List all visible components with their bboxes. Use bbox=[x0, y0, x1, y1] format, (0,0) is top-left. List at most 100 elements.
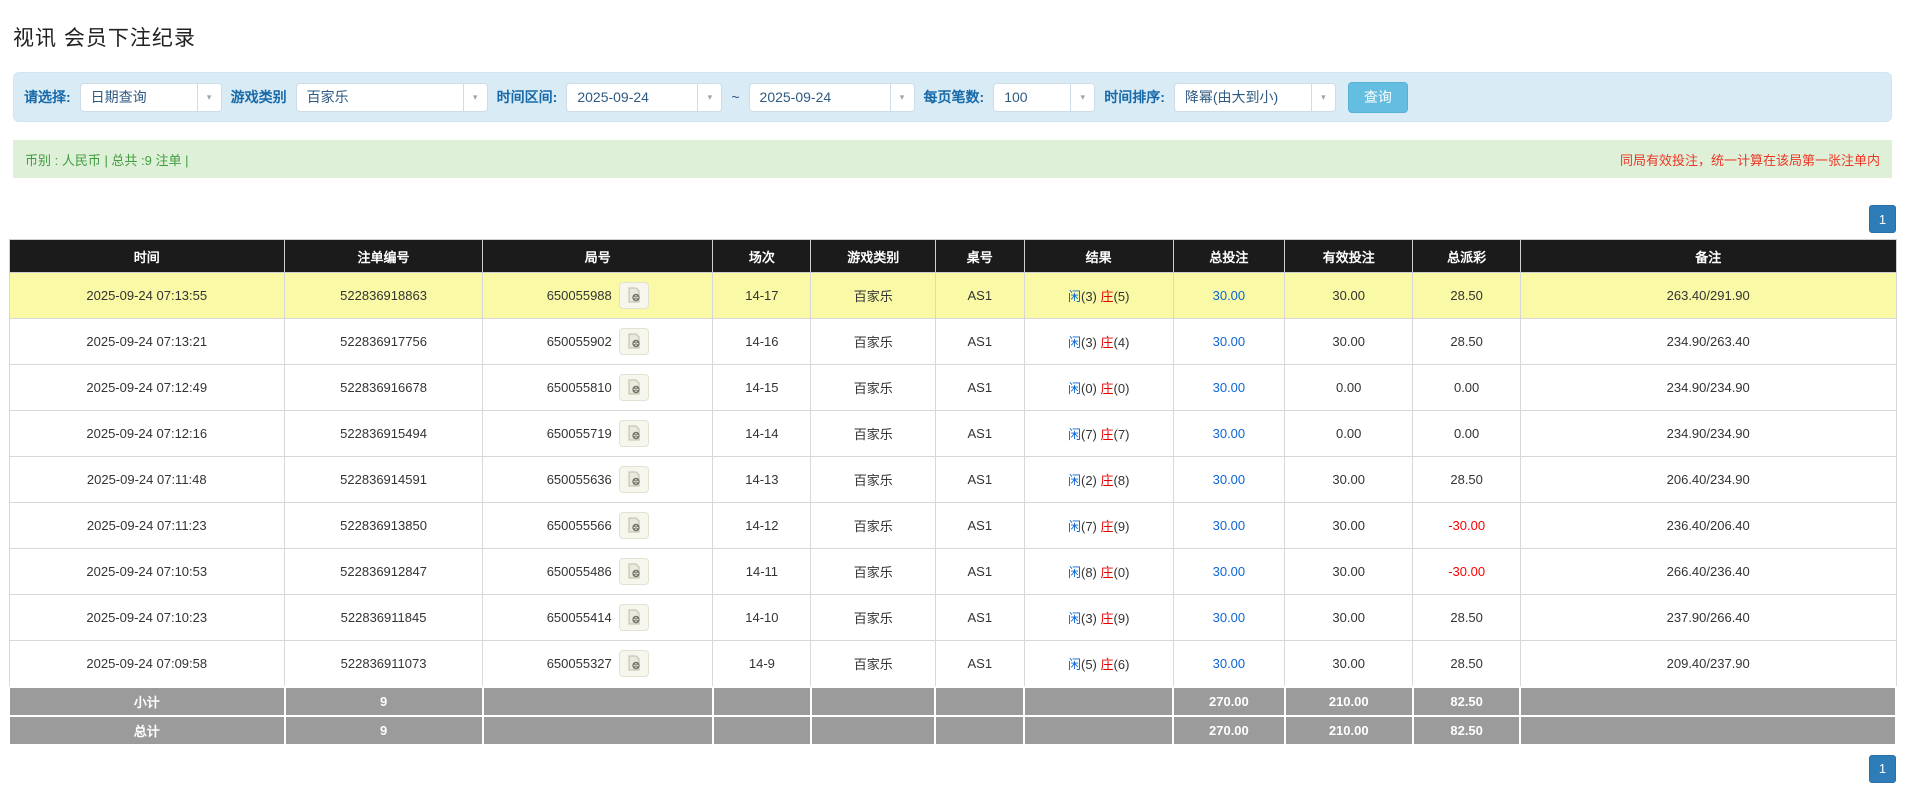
subtotal-total-bet: 270.00 bbox=[1172, 685, 1286, 717]
banker-score: (8) bbox=[1113, 473, 1130, 488]
bet-id-cell: 522836916678 bbox=[283, 364, 484, 411]
payout-cell: -30.00 bbox=[1412, 548, 1521, 595]
chevron-down-icon[interactable]: ▾ bbox=[1310, 83, 1335, 111]
total-bet-link[interactable]: 30.00 bbox=[1213, 564, 1246, 579]
player-score: (2) bbox=[1080, 473, 1097, 488]
video-replay-button[interactable] bbox=[618, 420, 649, 447]
video-replay-button[interactable] bbox=[618, 512, 649, 539]
result-cell: 闲(0) 庄(0) bbox=[1023, 364, 1174, 411]
time-cell: 2025-09-24 07:13:21 bbox=[8, 318, 285, 365]
game-type-select[interactable]: 百家乐 ▾ bbox=[295, 82, 488, 112]
video-replay-button[interactable] bbox=[618, 374, 649, 401]
video-replay-button[interactable] bbox=[618, 466, 649, 493]
remark-cell: 236.40/206.40 bbox=[1519, 502, 1897, 549]
total-bet-cell: 30.00 bbox=[1172, 594, 1286, 641]
banker-score: (6) bbox=[1113, 656, 1130, 672]
player-result: 闲 bbox=[1067, 381, 1081, 396]
session-cell: 14-12 bbox=[712, 502, 812, 549]
total-bet-cell: 30.00 bbox=[1172, 640, 1286, 687]
player-result: 闲 bbox=[1067, 656, 1081, 672]
time-cell: 2025-09-24 07:09:58 bbox=[8, 640, 285, 687]
payout-cell: 28.50 bbox=[1412, 640, 1521, 687]
total-total-bet: 270.00 bbox=[1172, 714, 1286, 746]
total-bet-link[interactable]: 30.00 bbox=[1213, 472, 1246, 487]
total-bet-cell: 30.00 bbox=[1172, 318, 1286, 365]
total-bet-link[interactable]: 30.00 bbox=[1213, 656, 1246, 671]
valid-bet-cell: 30.00 bbox=[1284, 640, 1414, 687]
result-cell: 闲(3) 庄(9) bbox=[1023, 594, 1174, 641]
chevron-down-icon[interactable]: ▾ bbox=[889, 83, 914, 111]
round-cell: 650055988 bbox=[482, 272, 714, 319]
bet-id-cell: 522836912847 bbox=[283, 548, 484, 595]
table-row: 2025-09-24 07:11:23 522836913850 650055566… bbox=[8, 502, 1897, 549]
banker-result: 庄 bbox=[1100, 565, 1114, 580]
table-no-cell: AS1 bbox=[934, 456, 1025, 503]
table-no-cell: AS1 bbox=[934, 364, 1025, 411]
total-bet-link[interactable]: 30.00 bbox=[1213, 288, 1246, 303]
total-bet-link[interactable]: 30.00 bbox=[1213, 334, 1246, 349]
video-replay-icon bbox=[628, 287, 640, 303]
filter-bar: 请选择: 日期查询 ▾ 游戏类别 百家乐 ▾ 时间区间: 2025-09-24 … bbox=[13, 72, 1892, 122]
range-separator: ~ bbox=[731, 89, 740, 105]
col-header-session: 场次 bbox=[712, 239, 812, 273]
valid-bet-cell: 30.00 bbox=[1284, 594, 1414, 641]
round-number: 650055636 bbox=[546, 472, 612, 487]
date-to-value: 2025-09-24 bbox=[759, 89, 832, 105]
table-body: 2025-09-24 07:13:55 522836918863 650055988… bbox=[8, 272, 1897, 687]
video-replay-button[interactable] bbox=[618, 604, 649, 631]
round-number: 650055719 bbox=[546, 426, 612, 441]
video-replay-button[interactable] bbox=[618, 328, 649, 355]
player-result: 闲 bbox=[1067, 473, 1081, 488]
round-number: 650055566 bbox=[546, 518, 612, 533]
video-replay-button[interactable] bbox=[618, 282, 649, 309]
chevron-down-icon[interactable]: ▾ bbox=[462, 83, 487, 111]
chevron-down-icon[interactable]: ▾ bbox=[196, 83, 221, 111]
total-bet-link[interactable]: 30.00 bbox=[1213, 610, 1246, 625]
banker-result: 庄 bbox=[1100, 427, 1114, 442]
total-bet-link[interactable]: 30.00 bbox=[1213, 426, 1246, 441]
bet-records-table: 时间 注单编号 局号 场次 游戏类别 桌号 结果 总投注 有效投注 总派彩 备注… bbox=[8, 239, 1897, 746]
total-count: 9 bbox=[283, 714, 484, 746]
banker-result: 庄 bbox=[1100, 289, 1114, 304]
total-bet-link[interactable]: 30.00 bbox=[1213, 518, 1246, 533]
query-type-value: 日期查询 bbox=[90, 89, 147, 105]
subtotal-count: 9 bbox=[283, 685, 484, 717]
video-replay-button[interactable] bbox=[618, 649, 649, 677]
chevron-down-icon[interactable]: ▾ bbox=[1070, 83, 1095, 111]
remark-cell: 237.90/266.40 bbox=[1519, 594, 1897, 641]
table-row: 2025-09-24 07:13:55 522836918863 650055988… bbox=[8, 272, 1897, 319]
result-cell: 闲(3) 庄(4) bbox=[1023, 318, 1174, 365]
query-type-select[interactable]: 日期查询 ▾ bbox=[79, 82, 222, 112]
chevron-down-icon[interactable]: ▾ bbox=[697, 83, 722, 111]
session-cell: 14-11 bbox=[712, 548, 812, 595]
per-page-select[interactable]: 100 ▾ bbox=[993, 82, 1096, 112]
session-cell: 14-17 bbox=[712, 272, 812, 319]
table-row: 2025-09-24 07:11:48 522836914591 650055636… bbox=[8, 456, 1897, 503]
page-1-button[interactable]: 1 bbox=[1869, 754, 1896, 783]
player-result: 闲 bbox=[1067, 611, 1081, 626]
banker-result: 庄 bbox=[1100, 656, 1114, 672]
video-replay-button[interactable] bbox=[618, 558, 649, 585]
search-button[interactable]: 查询 bbox=[1347, 81, 1408, 113]
total-row: 总计 9 270.00 210.00 82.50 bbox=[8, 714, 1897, 746]
game-type-cell: 百家乐 bbox=[810, 502, 936, 549]
valid-bet-cell: 30.00 bbox=[1284, 548, 1414, 595]
round-number: 650055486 bbox=[546, 564, 612, 579]
date-from-select[interactable]: 2025-09-24 ▾ bbox=[566, 82, 723, 112]
time-sort-select[interactable]: 降幂(由大到小) ▾ bbox=[1173, 82, 1336, 112]
page-1-button[interactable]: 1 bbox=[1869, 205, 1896, 233]
total-bet-link[interactable]: 30.00 bbox=[1213, 380, 1246, 395]
col-header-remark: 备注 bbox=[1519, 239, 1897, 273]
payout-cell: -30.00 bbox=[1412, 502, 1521, 549]
time-sort-value: 降幂(由大到小) bbox=[1184, 89, 1279, 105]
notice-text: 同局有效投注，统一计算在该局第一张注单内 bbox=[1619, 152, 1880, 168]
payout-cell: 28.50 bbox=[1412, 318, 1521, 365]
video-replay-icon bbox=[628, 333, 640, 349]
banker-score: (9) bbox=[1113, 519, 1130, 534]
date-to-select[interactable]: 2025-09-24 ▾ bbox=[748, 82, 915, 112]
table-no-cell: AS1 bbox=[934, 410, 1025, 457]
table-row: 2025-09-24 07:12:49 522836916678 650055810… bbox=[8, 364, 1897, 411]
total-bet-cell: 30.00 bbox=[1172, 410, 1286, 457]
round-number: 650055902 bbox=[546, 334, 612, 349]
bet-id-cell: 522836917756 bbox=[283, 318, 484, 365]
